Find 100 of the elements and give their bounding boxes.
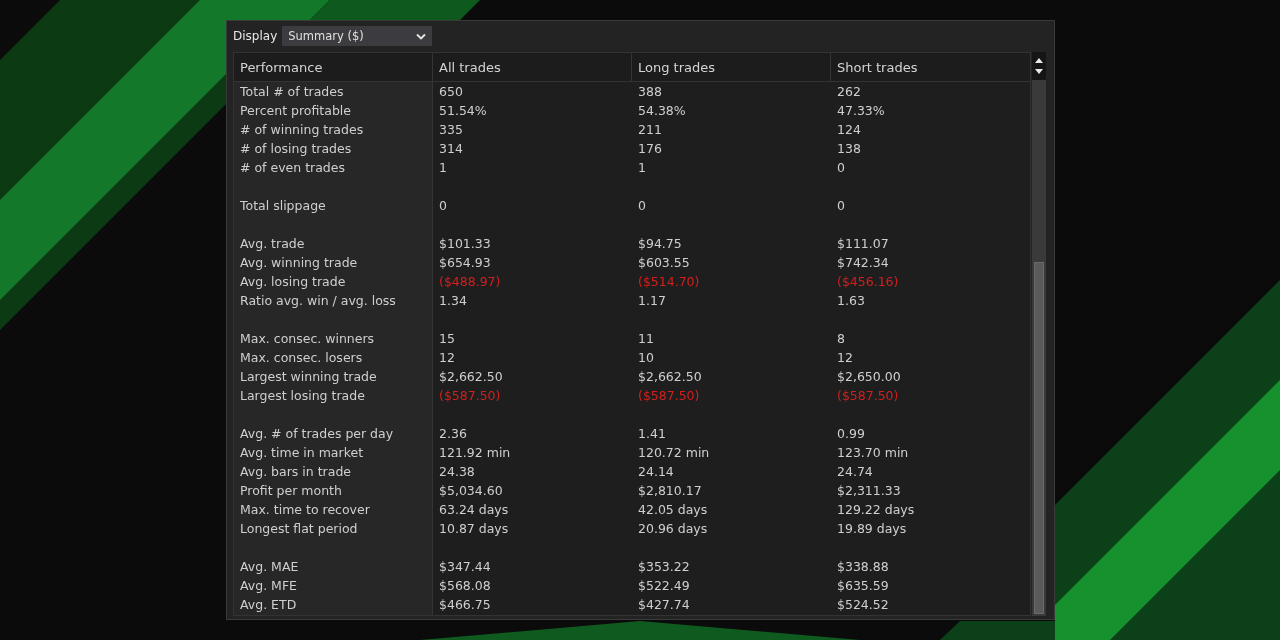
- display-dropdown[interactable]: Summary ($): [282, 26, 433, 46]
- table-cell-text: $2,650.00: [836, 368, 902, 386]
- table-cell-text: 51.54%: [438, 102, 488, 120]
- row-label: Total slippage: [239, 197, 327, 215]
- row-label: # of even trades: [239, 159, 346, 177]
- table-cell-text: ($587.50): [836, 387, 900, 405]
- table-cell-text: 10.87 days: [438, 520, 510, 538]
- table-cell-text: 314: [438, 140, 464, 158]
- row-label: Avg. MAE: [239, 558, 300, 576]
- table-cell-text: $2,662.50: [438, 368, 504, 386]
- table-cell-text: 24.14: [637, 463, 675, 481]
- table-cell-text: 20.96 days: [637, 520, 709, 538]
- table-cell-text: 121.92 min: [438, 444, 512, 462]
- column-header[interactable]: Long trades: [632, 53, 831, 81]
- table-cell-text: $2,810.17: [637, 482, 703, 500]
- table-cell-text: $568.08: [438, 577, 492, 595]
- table-cell-text: 8: [836, 330, 846, 348]
- row-label: Max. time to recover: [239, 501, 371, 519]
- row-label: Longest flat period: [239, 520, 359, 538]
- table-cell-text: 1.17: [637, 292, 667, 310]
- row-label: Max. consec. losers: [239, 349, 364, 367]
- table-cell-text: 0: [637, 197, 647, 215]
- table-cell-text: $5,034.60: [438, 482, 504, 500]
- table-cell-text: 24.38: [438, 463, 476, 481]
- table-cell-text: ($456.16): [836, 273, 900, 291]
- row-label: # of losing trades: [239, 140, 353, 158]
- table-cell-text: 47.33%: [836, 102, 886, 120]
- table-cell-text: $522.49: [637, 577, 691, 595]
- column-header[interactable]: All trades: [433, 53, 632, 81]
- table-cell-text: 54.38%: [637, 102, 687, 120]
- table-cell-text: 12: [438, 349, 456, 367]
- row-label: Largest winning trade: [239, 368, 378, 386]
- table-cell-text: $524.52: [836, 596, 890, 614]
- table-cell-text: 1: [637, 159, 647, 177]
- table-cell-text: $603.55: [637, 254, 691, 272]
- table-cell-text: 63.24 days: [438, 501, 510, 519]
- table-cell-text: $353.22: [637, 558, 691, 576]
- table-cell-text: 211: [637, 121, 663, 139]
- row-label: Avg. bars in trade: [239, 463, 352, 481]
- table-cell-text: $2,662.50: [637, 368, 703, 386]
- table-cell-text: 650: [438, 83, 464, 101]
- row-label: Total # of trades: [239, 83, 345, 101]
- table-cell-text: 0: [836, 197, 846, 215]
- table-cell-text: 12: [836, 349, 854, 367]
- table-cell-text: 176: [637, 140, 663, 158]
- table-cell-text: 138: [836, 140, 862, 158]
- table-cell-text: 1: [438, 159, 448, 177]
- table-cell-text: 335: [438, 121, 464, 139]
- table-cell-text: $347.44: [438, 558, 492, 576]
- table-cell-text: 1.34: [438, 292, 468, 310]
- column-header[interactable]: Performance: [234, 53, 433, 81]
- table-cell-text: ($488.97): [438, 273, 502, 291]
- table-cell-text: 42.05 days: [637, 501, 709, 519]
- table-cell-text: 124: [836, 121, 862, 139]
- table-cell-text: 2.36: [438, 425, 468, 443]
- table-cell-text: 0: [438, 197, 448, 215]
- table-cell-text: $94.75: [637, 235, 683, 253]
- table-cell-text: ($587.50): [637, 387, 701, 405]
- table-cell-text: 0: [836, 159, 846, 177]
- table-cell-text: $742.34: [836, 254, 890, 272]
- table-cell-text: $466.75: [438, 596, 492, 614]
- row-label: Ratio avg. win / avg. loss: [239, 292, 397, 310]
- table-cell-text: $338.88: [836, 558, 890, 576]
- row-label: Avg. winning trade: [239, 254, 359, 272]
- table-cell-text: 1.63: [836, 292, 866, 310]
- table-cell-text: 15: [438, 330, 456, 348]
- table-cell-text: $427.74: [637, 596, 691, 614]
- table-cell-text: 24.74: [836, 463, 874, 481]
- table-cell-text: ($587.50): [438, 387, 502, 405]
- row-label: Profit per month: [239, 482, 343, 500]
- row-label: Max. consec. winners: [239, 330, 376, 348]
- row-label: Avg. trade: [239, 235, 306, 253]
- table-cell-text: 1.41: [637, 425, 667, 443]
- row-label: Largest losing trade: [239, 387, 366, 405]
- table-cell-text: $635.59: [836, 577, 890, 595]
- display-label: Display: [233, 29, 278, 43]
- row-label: Avg. MFE: [239, 577, 298, 595]
- table-cell-text: 10: [637, 349, 655, 367]
- row-label: Avg. ETD: [239, 596, 298, 614]
- chevron-down-icon: [416, 32, 427, 40]
- table-cell-text: $111.07: [836, 235, 890, 253]
- row-label: Avg. # of trades per day: [239, 425, 395, 443]
- table-cell-text: 120.72 min: [637, 444, 711, 462]
- row-label: # of winning trades: [239, 121, 365, 139]
- table-cell-text: $2,311.33: [836, 482, 902, 500]
- table-cell-text: $101.33: [438, 235, 492, 253]
- scrollbar[interactable]: [1032, 52, 1046, 616]
- table-cell-text: 19.89 days: [836, 520, 908, 538]
- table-cell-text: 123.70 min: [836, 444, 910, 462]
- column-header[interactable]: Short trades: [831, 53, 1030, 81]
- table-cell-text: ($514.70): [637, 273, 701, 291]
- table-cell-text: 262: [836, 83, 862, 101]
- row-label: Avg. losing trade: [239, 273, 347, 291]
- row-label: Avg. time in market: [239, 444, 365, 462]
- row-label: Percent profitable: [239, 102, 352, 120]
- scroll-arrows-icon[interactable]: [1032, 52, 1046, 80]
- table-cell-text: $654.93: [438, 254, 492, 272]
- table-cell-text: 129.22 days: [836, 501, 916, 519]
- table-cell-text: 388: [637, 83, 663, 101]
- table-cell-text: 0.99: [836, 425, 866, 443]
